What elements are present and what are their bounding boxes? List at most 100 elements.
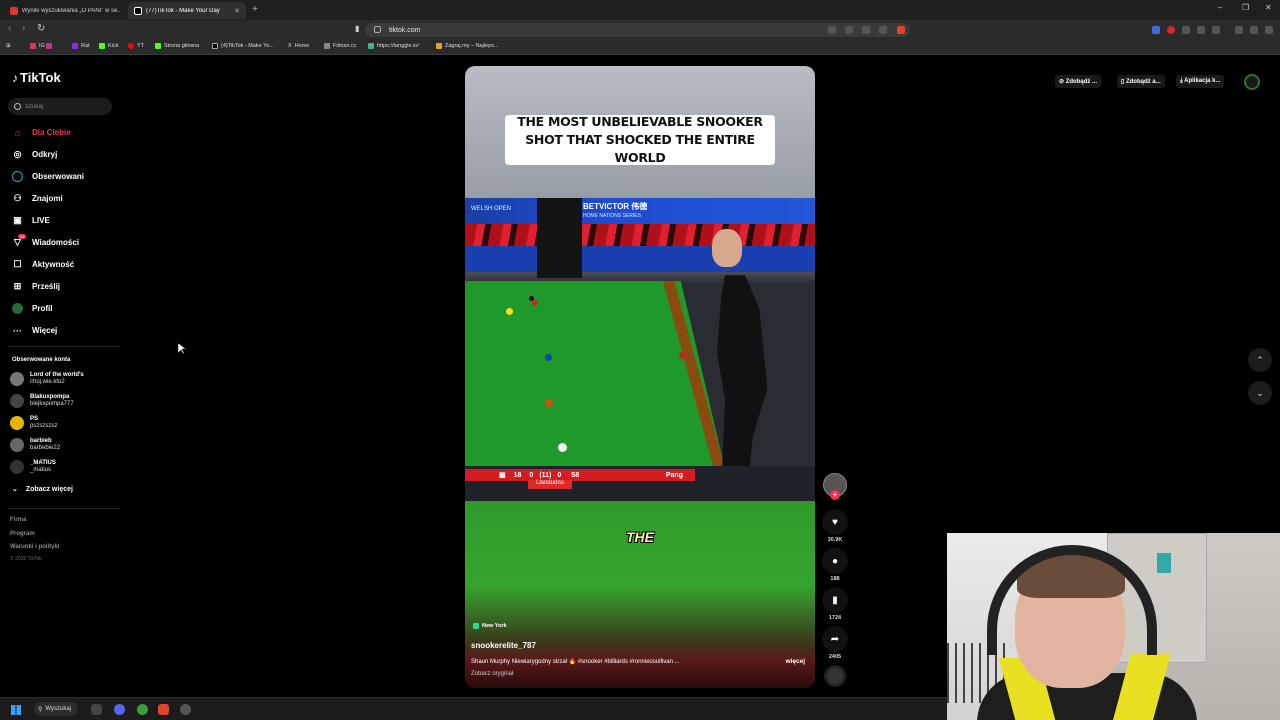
- browser-tab-active[interactable]: (77)TikTok - Make Your Day ✕: [128, 2, 246, 19]
- discord-icon[interactable]: [114, 704, 125, 715]
- snooker-table: [465, 281, 725, 469]
- next-video-button[interactable]: ⌄: [1248, 381, 1272, 405]
- location-tag[interactable]: New York: [473, 623, 507, 629]
- save-action[interactable]: ▮ 1724: [821, 587, 849, 621]
- extension-icon[interactable]: [828, 26, 836, 34]
- restore-icon[interactable]: ❐: [1242, 3, 1249, 12]
- menu-icon[interactable]: [1265, 26, 1273, 34]
- nav-activity[interactable]: ☐ Aktywność: [12, 259, 74, 270]
- profile-icon: [12, 303, 23, 314]
- browser-tab[interactable]: Wyniki wyszukiwania „O PANI” w se...: [4, 2, 126, 19]
- followed-account[interactable]: barbieb barbebie22: [10, 437, 60, 452]
- footer-link-terms[interactable]: Warunki i polityki: [10, 544, 59, 550]
- bookmark-label: Home: [294, 43, 310, 49]
- extension-icon[interactable]: [1152, 26, 1160, 34]
- close-window-icon[interactable]: ✕: [1265, 3, 1272, 12]
- close-tab-icon[interactable]: ✕: [234, 7, 240, 15]
- video-player[interactable]: THE MOST UNBELIEVABLE SNOOKER SHOT THAT …: [465, 66, 815, 688]
- share-action[interactable]: ➦ 2405: [821, 626, 849, 660]
- brave-icon[interactable]: [158, 704, 169, 715]
- desktop-app-button[interactable]: ⤓ Aplikacja k...: [1176, 75, 1225, 88]
- bookmark-zagraj[interactable]: Zagraj.my – Najleps...: [436, 43, 499, 49]
- followed-account[interactable]: Lord of the world's chuj.wie.kto2: [10, 371, 84, 386]
- bookmark-rat[interactable]: Rat: [72, 43, 90, 49]
- bookmark-yt[interactable]: YT: [128, 43, 144, 49]
- media-icon[interactable]: [1235, 26, 1243, 34]
- share-arrow-icon[interactable]: ➦: [822, 626, 848, 652]
- bookmark-tiktok[interactable]: (4)TikTok - Make Yo...: [212, 43, 274, 49]
- save-count: 1724: [828, 615, 842, 621]
- see-original-link[interactable]: Zobacz oryginał: [471, 671, 513, 677]
- forward-icon[interactable]: ›: [22, 23, 25, 34]
- site-info-icon[interactable]: [374, 26, 381, 33]
- search-bar[interactable]: [8, 98, 112, 115]
- bookmark-home[interactable]: Strona główna: [155, 43, 199, 49]
- previous-video-button[interactable]: ⌃: [1248, 348, 1272, 372]
- followed-account[interactable]: _MATIUS _matius: [10, 459, 56, 474]
- sidebar-toggle-icon[interactable]: [1212, 26, 1220, 34]
- account-handle: chuj.wie.kto2: [30, 379, 65, 385]
- nav-for-you[interactable]: ⌂ Dla Ciebie: [12, 127, 71, 138]
- search-input[interactable]: [25, 103, 105, 110]
- new-tab-button[interactable]: +: [252, 4, 258, 15]
- more-description-link[interactable]: więcej: [785, 658, 805, 665]
- bookmark-x[interactable]: X Home: [288, 43, 309, 49]
- music-disc-icon[interactable]: [824, 665, 846, 687]
- extension-icon[interactable]: [845, 26, 853, 34]
- like-action[interactable]: ♥ 30.9K: [821, 509, 849, 543]
- account-name: _MATIUS: [30, 460, 56, 466]
- chrome-icon[interactable]: [137, 704, 148, 715]
- nav-messages[interactable]: ▽ 14 Wiadomości: [12, 234, 79, 248]
- task-view-icon[interactable]: [91, 704, 102, 715]
- banner-text: BETVICTOR 伟德: [583, 202, 648, 211]
- nav-label: Profil: [32, 304, 53, 313]
- bookmark-kick[interactable]: Kick: [99, 43, 118, 49]
- nav-more[interactable]: ··· Więcej: [12, 325, 57, 336]
- extension-icon[interactable]: [1182, 26, 1190, 34]
- more-icon: ···: [13, 325, 22, 336]
- footer-link-company[interactable]: Firma: [10, 517, 26, 523]
- mouse-cursor-icon: [178, 343, 186, 355]
- bookmark-ig2[interactable]: [46, 43, 55, 49]
- comment-icon[interactable]: ●: [822, 548, 848, 574]
- taskbar-search[interactable]: ⚲ Wyszukaj: [34, 702, 78, 716]
- bookmark-tanggle[interactable]: https://tanggle.io/: [368, 43, 419, 49]
- nav-upload[interactable]: ⊞ Prześlij: [12, 281, 60, 292]
- brave-shield-icon[interactable]: [897, 26, 905, 34]
- footer-link-program[interactable]: Program: [10, 531, 35, 537]
- app-icon[interactable]: [180, 704, 191, 715]
- bookmark-save-icon[interactable]: ▮: [822, 587, 848, 613]
- record-icon[interactable]: [1167, 26, 1175, 34]
- see-more-button[interactable]: ⌄ Zobacz więcej: [12, 485, 73, 494]
- follow-plus-icon[interactable]: +: [830, 490, 840, 500]
- nav-friends[interactable]: ⚇ Znajomi: [12, 193, 62, 204]
- share-icon[interactable]: [879, 26, 887, 34]
- nav-explore[interactable]: ◎ Odkryj: [12, 149, 58, 160]
- bookmark-icon[interactable]: ▮: [355, 24, 359, 33]
- followed-account[interactable]: Blakuxpompa blejkxpompa777: [10, 393, 74, 408]
- live-icon: ▣: [13, 215, 22, 225]
- score-value: 58: [571, 471, 580, 479]
- comment-action[interactable]: ● 188: [821, 548, 849, 582]
- back-icon[interactable]: ‹: [8, 23, 11, 34]
- heart-icon[interactable]: ♥: [822, 509, 848, 535]
- minimize-icon[interactable]: –: [1218, 3, 1222, 12]
- get-coins-button[interactable]: ⊘ Zdobądź ...: [1055, 75, 1102, 88]
- user-avatar[interactable]: [1244, 74, 1260, 90]
- nav-live[interactable]: ▣ LIVE: [12, 215, 50, 226]
- followed-account[interactable]: PS pszszszsz: [10, 415, 57, 430]
- get-app-button[interactable]: ▯ Zdobądź a...: [1117, 75, 1165, 88]
- windows-start-icon[interactable]: [11, 705, 21, 715]
- nav-profile[interactable]: Profil: [12, 303, 52, 314]
- reload-icon[interactable]: ↻: [37, 23, 45, 34]
- wallet-icon[interactable]: [1250, 26, 1258, 34]
- nav-following[interactable]: Obserwowani: [12, 171, 84, 182]
- bookmark-filman[interactable]: Filman.cc: [324, 43, 357, 49]
- top-button-label: Aplikacja k...: [1184, 78, 1221, 84]
- extensions-puzzle-icon[interactable]: [1197, 26, 1205, 34]
- tiktok-logo[interactable]: ♪ TikTok: [12, 70, 61, 85]
- bookmark-ig[interactable]: IG: [30, 43, 45, 49]
- extension-icon[interactable]: [862, 26, 870, 34]
- apps-icon[interactable]: ⊞: [6, 43, 11, 49]
- video-author[interactable]: snookerelite_787: [471, 641, 536, 650]
